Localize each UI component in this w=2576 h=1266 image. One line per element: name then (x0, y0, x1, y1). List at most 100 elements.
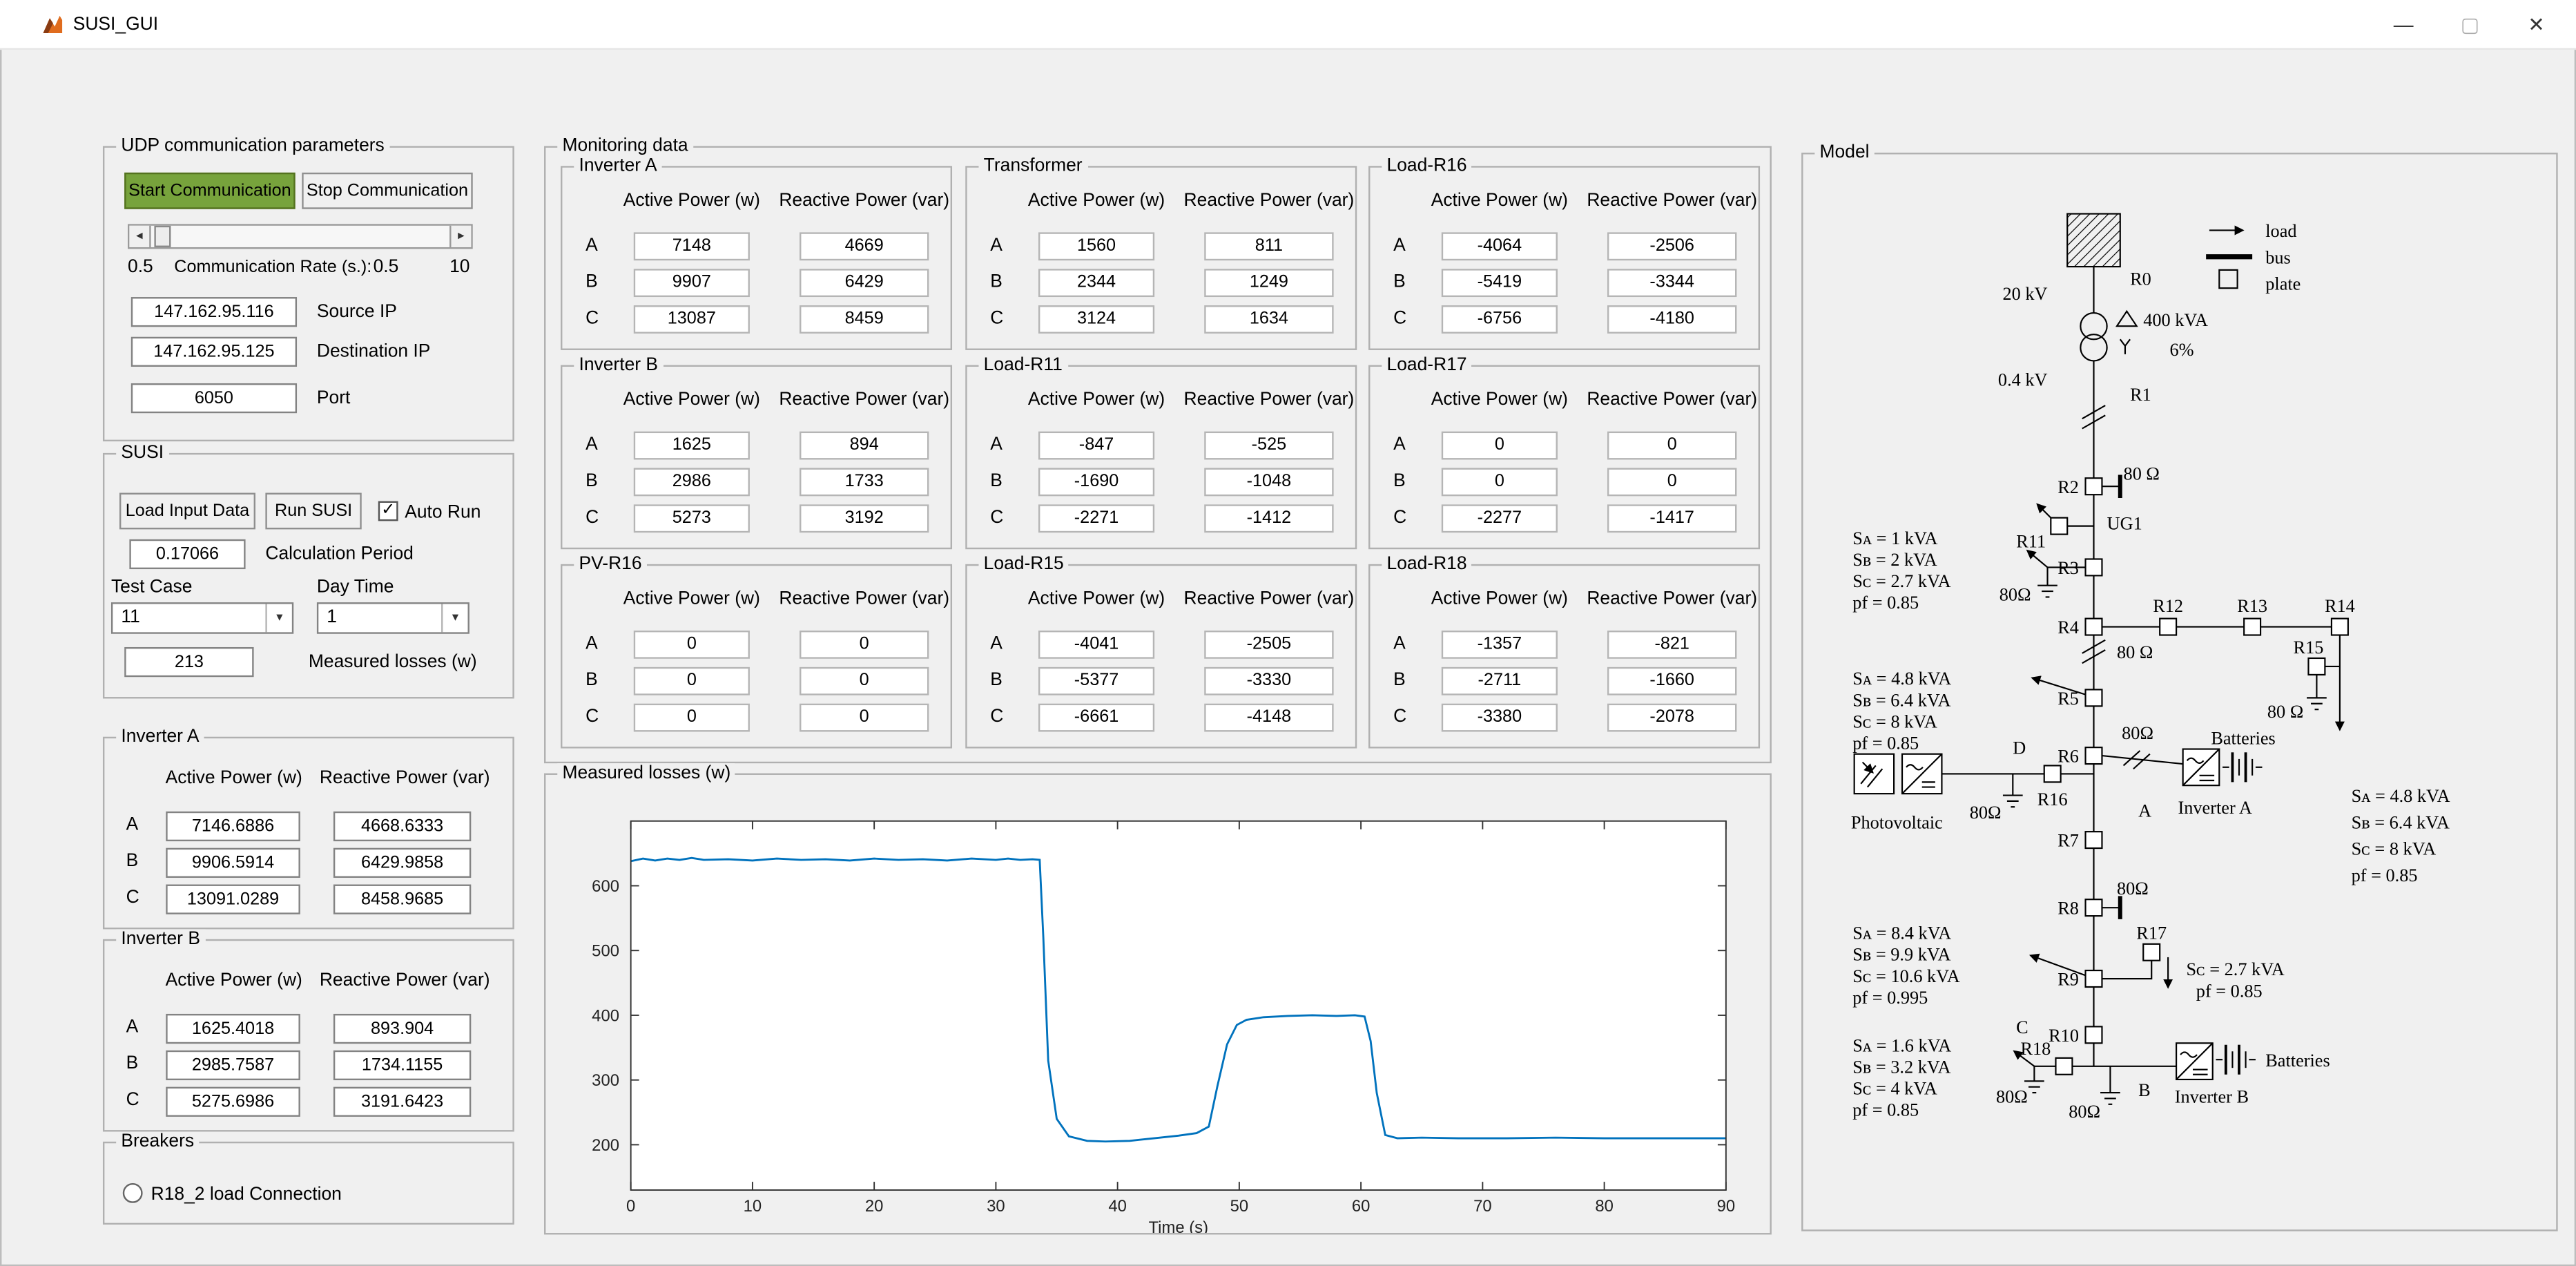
r18-2-load-radio[interactable] (123, 1183, 143, 1203)
d-label: D (2013, 738, 2026, 758)
ground-icon (2003, 796, 2023, 807)
minimize-button[interactable]: — (2370, 0, 2437, 50)
kv20-label: 20 kV (2003, 284, 2048, 304)
inverter-b-reactive-a[interactable] (333, 1014, 471, 1044)
col-header-reactive: Reactive Power (var) (1184, 589, 1355, 609)
maximize-button[interactable]: ▢ (2437, 0, 2503, 50)
node-r14 (2332, 619, 2348, 635)
reactive-value: 8459 (800, 305, 929, 334)
monitor-panel-load-r16: Load-R16 Active Power (w) Reactive Power… (1368, 166, 1760, 350)
model-labels: load bus plate R0 20 kV 400 kVA 6% 0.4 k… (1851, 221, 2450, 1122)
calculation-period-input[interactable] (129, 539, 245, 569)
col-header-reactive: Reactive Power (var) (1587, 589, 1757, 609)
inverter-a-reactive-c[interactable] (333, 885, 471, 914)
slider-left-arrow[interactable]: ◄ (129, 226, 151, 247)
destination-ip-input[interactable] (131, 337, 297, 367)
measured-losses-label: Measured losses (w) (309, 652, 477, 672)
model-diagram: load bus plate R0 20 kV 400 kVA 6% 0.4 k… (1803, 154, 2557, 1229)
r7-label: R7 (2057, 831, 2079, 851)
port-input[interactable] (131, 383, 297, 413)
phase-label: C (990, 309, 1003, 329)
s3pf-label: pf = 0.85 (2352, 865, 2418, 885)
phase-label: B (1393, 272, 1406, 292)
s3a-label: Sᴀ = 4.8 kVA (2352, 786, 2450, 806)
ohm-bus-label: 80 Ω (2117, 642, 2153, 662)
reactive-value: -821 (1607, 631, 1736, 659)
window-titlebar: SUSI_GUI — ▢ ✕ (0, 0, 2576, 50)
monitor-panel-transformer: Transformer Active Power (w) Reactive Po… (965, 166, 1357, 350)
reactive-value: -1412 (1204, 504, 1333, 533)
r1-label: R1 (2130, 385, 2151, 405)
ground-icon (2037, 586, 2057, 597)
active-value: 2986 (634, 468, 750, 497)
svg-text:30: 30 (987, 1197, 1005, 1216)
inverter-a-active-c[interactable] (166, 885, 300, 914)
col-header-active: Active Power (w) (1028, 390, 1165, 410)
node-r9 (2086, 970, 2102, 987)
inverter-b-icon (2176, 1043, 2213, 1080)
load-input-data-button[interactable]: Load Input Data (119, 493, 255, 530)
inverter-a-reactive-b[interactable] (333, 848, 471, 878)
run-susi-button[interactable]: Run SUSI (265, 493, 361, 530)
svg-text:10: 10 (744, 1197, 762, 1216)
measured-losses-input[interactable] (124, 647, 253, 677)
active-value: 2344 (1038, 269, 1154, 297)
col-header-active: Active Power (w) (1028, 589, 1165, 609)
phase-label: A (126, 1017, 139, 1037)
phase-label: B (126, 1054, 139, 1074)
stop-communication-button[interactable]: Stop Communication (302, 173, 472, 209)
inverter-a-active-b[interactable] (166, 848, 300, 878)
auto-run-checkbox[interactable]: ✓ (378, 501, 398, 521)
monitor-panel-load-r15: Load-R15 Active Power (w) Reactive Power… (965, 564, 1357, 749)
inverter-a-active-a[interactable] (166, 812, 300, 841)
start-communication-button[interactable]: Start Communication (124, 173, 295, 209)
slider-thumb[interactable] (154, 226, 171, 247)
s6pf-label: pf = 0.85 (1852, 1100, 1919, 1120)
comm-rate-slider[interactable]: ◄ ► (128, 224, 473, 249)
day-time-dropdown[interactable]: 1 ▼ (317, 602, 469, 634)
inverter-a-label: Inverter A (2178, 798, 2251, 818)
window-title: SUSI_GUI (73, 0, 158, 50)
r10-label: R10 (2049, 1026, 2079, 1046)
inverter-b-active-c[interactable] (166, 1087, 300, 1117)
close-button[interactable]: ✕ (2503, 0, 2569, 50)
inverter-b-active-a[interactable] (166, 1014, 300, 1044)
inverter-a-reactive-a[interactable] (333, 812, 471, 841)
r2-label: R2 (2057, 477, 2079, 497)
phase-label: A (990, 634, 1003, 654)
photovoltaic-label: Photovoltaic (1851, 812, 1943, 832)
rate-min-label: 0.5 (128, 257, 153, 277)
reactive-value: 1249 (1204, 269, 1333, 297)
inverter-b-active-b[interactable] (166, 1051, 300, 1080)
slider-right-arrow[interactable]: ► (449, 226, 471, 247)
s1b-label: Sʙ = 2 kVA (1852, 550, 1937, 570)
phase-label: C (585, 508, 599, 528)
app-window: SUSI_GUI — ▢ ✕ UDP communication paramet… (0, 0, 2576, 1266)
svg-text:0: 0 (626, 1197, 635, 1216)
svg-text:70: 70 (1473, 1197, 1492, 1216)
source-ip-input[interactable] (131, 297, 297, 327)
col-header-reactive: Reactive Power (var) (1184, 390, 1355, 410)
s4b-label: Sʙ = 9.9 kVA (1852, 945, 1950, 965)
monitoring-panel: Monitoring data Inverter A Active Power … (544, 146, 1772, 763)
auto-run-label: Auto Run (405, 503, 481, 523)
batteries-a-label: Batteries (2211, 728, 2275, 748)
inverter-b-reactive-c[interactable] (333, 1087, 471, 1117)
test-case-dropdown[interactable]: 11 ▼ (111, 602, 293, 634)
phase-label: A (585, 236, 598, 256)
load-arrow (2037, 505, 2051, 518)
s2a-label: Sᴀ = 4.8 kVA (1852, 669, 1951, 689)
node-r13 (2244, 619, 2260, 635)
phase-label: C (585, 309, 599, 329)
legend-plate-label: plate (2265, 274, 2301, 294)
panel-title: Load-R11 (978, 355, 1067, 376)
col-header-active: Active Power (w) (623, 390, 760, 410)
plate-icon (2102, 896, 2120, 919)
active-value: -1690 (1038, 468, 1154, 497)
reactive-value: -525 (1204, 432, 1333, 460)
active-value: 0 (1442, 432, 1558, 460)
s6a-label: Sᴀ = 1.6 kVA (1852, 1035, 1951, 1055)
svg-text:500: 500 (592, 942, 619, 961)
node-r10 (2086, 1026, 2102, 1043)
inverter-b-reactive-b[interactable] (333, 1051, 471, 1080)
